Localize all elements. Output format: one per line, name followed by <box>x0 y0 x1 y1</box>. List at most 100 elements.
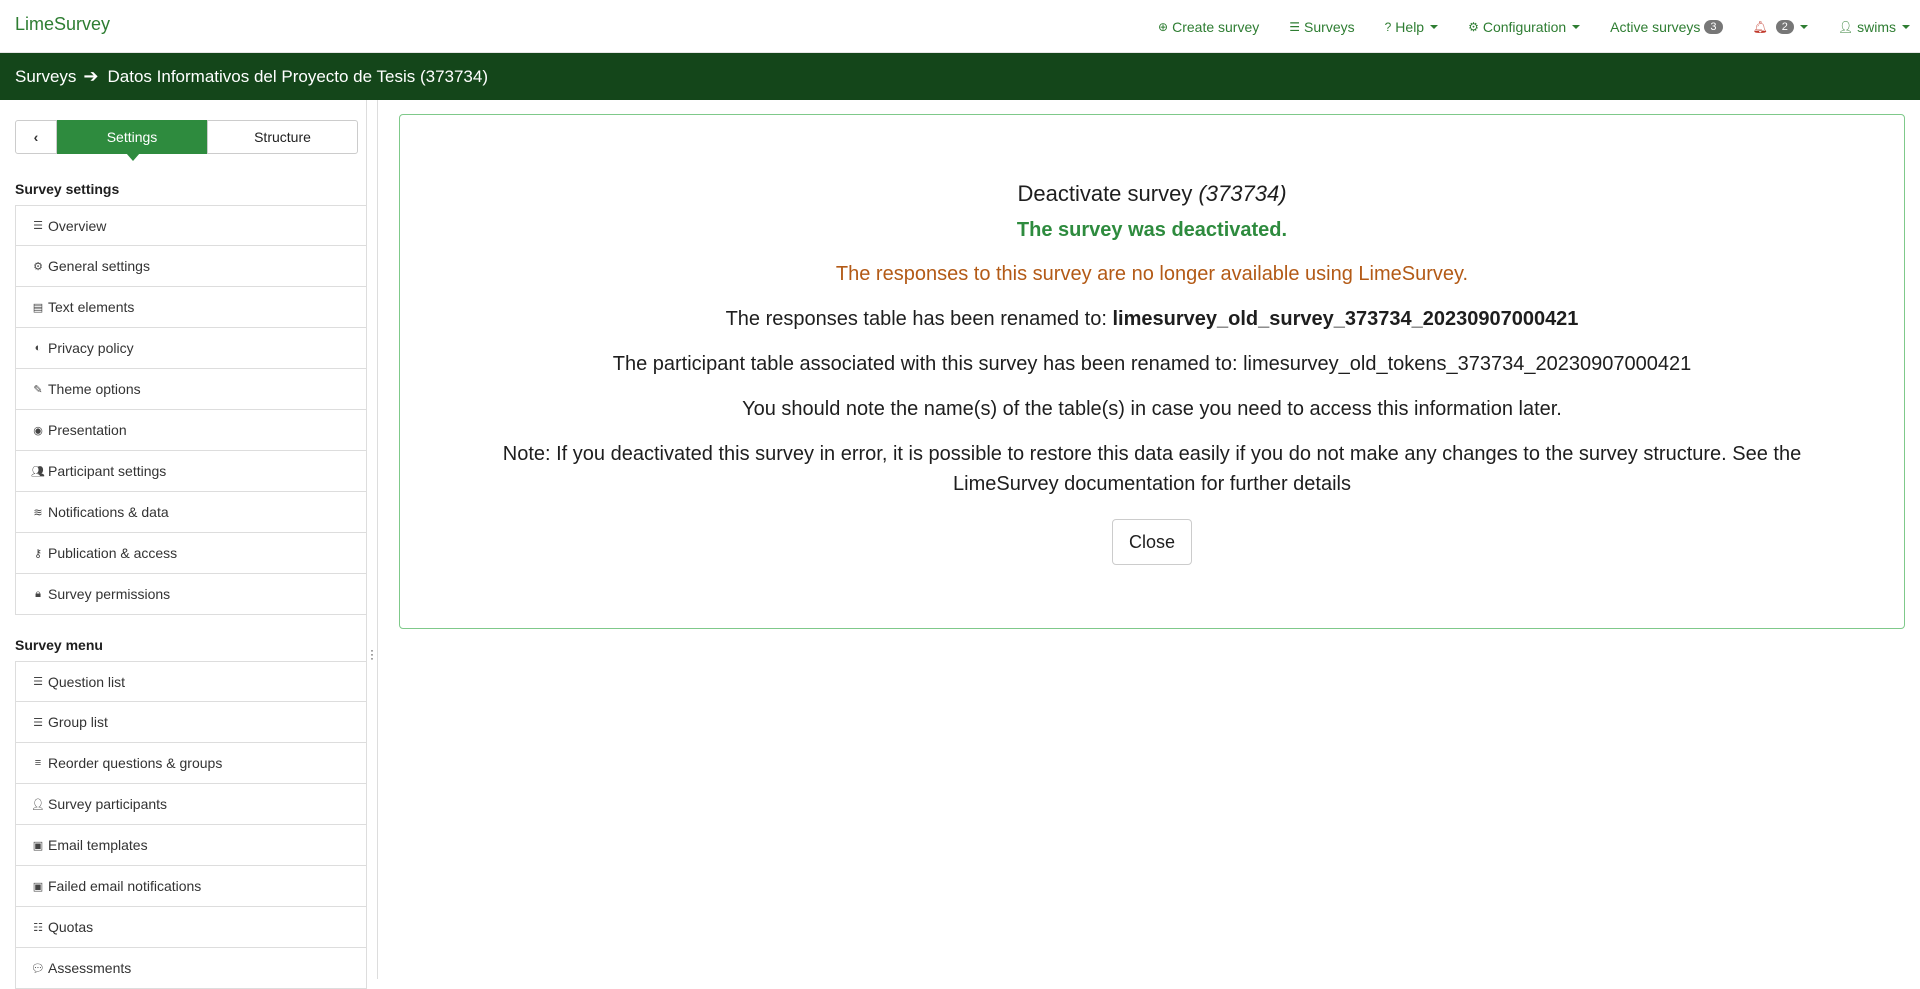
lock-icon: 🔒︎ <box>35 587 41 600</box>
sidebar: ‹ Settings Structure Survey settings ☰ Ov… <box>0 100 378 989</box>
sidebar-item-survey-permissions[interactable]: 🔒︎ Survey permissions <box>15 574 367 615</box>
envelope-icon: ▣ <box>32 880 44 893</box>
arrow-right-icon: ➔ <box>83 66 99 86</box>
restore-line-2: LimeSurvey documentation for further det… <box>953 473 1351 495</box>
warning-message: The responses to this survey are no long… <box>835 263 1469 285</box>
sidebar-item-label: Email templates <box>48 837 148 853</box>
sidebar-resize-handle[interactable]: · · · <box>366 100 378 979</box>
notifications-dropdown[interactable]: 🔔︎ 2 <box>1752 19 1808 34</box>
sidebar-item-label: Group list <box>48 714 108 730</box>
brand-logo[interactable]: LimeSurvey <box>15 14 110 35</box>
question-circle-icon: ? <box>1384 19 1392 34</box>
caret-down-icon <box>1902 24 1910 29</box>
sidebar-item-assessments[interactable]: 💬︎ Assessments <box>15 948 367 989</box>
file-text-icon: ▤ <box>32 301 44 314</box>
sidebar-item-theme-options[interactable]: ✎ Theme options <box>15 369 367 410</box>
users-icon: 👥︎ <box>31 465 45 478</box>
sidebar-item-label: Overview <box>48 217 107 234</box>
sidebar-item-survey-participants[interactable]: 👤︎ Survey participants <box>15 784 367 825</box>
rss-icon: ≋ <box>33 506 43 519</box>
help-dropdown[interactable]: ? Help <box>1384 19 1439 35</box>
user-dropdown[interactable]: 👤︎ swims <box>1838 19 1910 35</box>
sidebar-item-overview[interactable]: ☰ Overview <box>15 205 367 246</box>
sidebar-item-general-settings[interactable]: ⚙ General settings <box>15 246 367 287</box>
survey-menu-title: Survey menu <box>15 637 103 653</box>
top-navbar: LimeSurvey ⊕ Create survey ☰ Surveys ? H… <box>0 0 1920 53</box>
create-survey-label: Create survey <box>1172 18 1260 35</box>
sidebar-item-question-list[interactable]: ☰ Question list <box>15 661 367 702</box>
active-surveys-label: Active surveys <box>1610 18 1701 35</box>
surveys-link[interactable]: ☰ Surveys <box>1289 19 1354 35</box>
key-icon: ⚷ <box>33 547 43 560</box>
tasks-icon: ☷ <box>33 921 43 934</box>
sidebar-item-reorder[interactable]: ≡ Reorder questions & groups <box>15 743 367 784</box>
list-icon: ☰ <box>33 676 43 688</box>
user-label: swims <box>1857 18 1896 35</box>
create-survey-link[interactable]: ⊕ Create survey <box>1158 19 1259 35</box>
chevron-left-icon: ‹ <box>33 129 39 145</box>
bars-icon: ≡ <box>34 757 42 769</box>
configuration-label: Configuration <box>1482 18 1567 35</box>
sidebar-item-label: Reorder questions & groups <box>48 755 223 771</box>
breadcrumb-surveys[interactable]: Surveys <box>15 67 76 87</box>
deactivate-panel: Deactivate survey (373734) The survey wa… <box>399 114 1905 629</box>
sidebar-item-privacy-policy[interactable]: ◐ Privacy policy <box>15 328 367 369</box>
responses-table-line: The responses table has been renamed to:… <box>400 308 1904 331</box>
survey-menu: ☰ Question list ☰ Group list ≡ Reorder ques… <box>15 661 367 989</box>
eye-slash-icon: ◉ <box>33 424 43 437</box>
sidebar-item-presentation[interactable]: ◉ Presentation <box>15 410 367 451</box>
sidebar-item-label: Presentation <box>48 422 127 438</box>
drag-handle-icon: · · · <box>370 643 374 665</box>
sidebar-item-text-elements[interactable]: ▤ Text elements <box>15 287 367 328</box>
caret-down-icon <box>1572 24 1581 29</box>
sidebar-item-email-templates[interactable]: ▣ Email templates <box>15 825 367 866</box>
sidebar-item-label: Survey participants <box>48 796 168 812</box>
collapse-sidebar-button[interactable]: ‹ <box>15 120 57 154</box>
comment-icon: 💬︎ <box>31 962 45 975</box>
user-icon: 👤︎ <box>1837 19 1854 34</box>
sidebar-item-label: Assessments <box>48 960 132 976</box>
plus-circle-icon: ⊕ <box>1158 19 1169 34</box>
success-message: The survey was deactivated. <box>1016 219 1288 241</box>
active-surveys-badge: 3 <box>1704 19 1723 34</box>
sidebar-item-failed-email[interactable]: ▣ Failed email notifications <box>15 866 367 907</box>
surveys-label: Surveys <box>1304 18 1355 35</box>
active-surveys-link[interactable]: Active surveys 3 <box>1610 18 1723 35</box>
list-icon: ☰ <box>1289 19 1301 34</box>
sidebar-item-quotas[interactable]: ☷ Quotas <box>15 907 367 948</box>
page-title-text: Deactivate survey <box>1017 181 1193 206</box>
breadcrumb-current[interactable]: Datos Informativos del Proyecto de Tesis… <box>108 67 489 87</box>
list-icon: ☰ <box>33 716 43 729</box>
sidebar-item-label: General settings <box>48 258 150 274</box>
configuration-dropdown[interactable]: ⚙ Configuration <box>1468 18 1581 35</box>
notifications-badge: 2 <box>1775 19 1794 34</box>
sidebar-tabs: ‹ Settings Structure <box>15 120 358 161</box>
participant-table-line: The participant table associated with th… <box>612 353 1692 375</box>
navbar-right: ⊕ Create survey ☰ Surveys ? Help ⚙ Confi… <box>1128 0 1910 53</box>
gears-icon: ⚙ <box>33 260 43 273</box>
tab-structure[interactable]: Structure <box>207 120 358 154</box>
sidebar-item-label: Privacy policy <box>48 340 134 356</box>
sidebar-item-group-list[interactable]: ☰ Group list <box>15 702 367 743</box>
sidebar-item-notifications-data[interactable]: ≋ Notifications & data <box>15 492 367 533</box>
sidebar-item-publication-access[interactable]: ⚷ Publication & access <box>15 533 367 574</box>
tab-settings[interactable]: Settings <box>57 120 207 161</box>
note-line: You should note the name(s) of the table… <box>742 398 1562 420</box>
bell-icon: 🔔︎ <box>1752 19 1768 34</box>
responses-prefix: The responses table has been renamed to: <box>725 308 1113 330</box>
breadcrumb: Surveys ➔ Datos Informativos del Proyect… <box>0 53 1920 100</box>
gears-icon: ⚙ <box>1468 19 1479 34</box>
page-title: Deactivate survey (373734) <box>400 181 1904 207</box>
sidebar-item-label: Text elements <box>48 299 135 315</box>
sidebar-item-label: Theme options <box>48 381 141 397</box>
sidebar-item-label: Notifications & data <box>48 504 169 520</box>
sidebar-item-participant-settings[interactable]: 👥︎ Participant settings <box>15 451 367 492</box>
sidebar-item-label: Failed email notifications <box>48 878 202 894</box>
sidebar-item-label: Survey permissions <box>48 586 171 602</box>
responses-table-name: limesurvey_old_survey_373734_20230907000… <box>1112 308 1579 330</box>
survey-settings-title: Survey settings <box>15 181 120 197</box>
sidebar-item-label: Quotas <box>48 919 94 935</box>
close-button[interactable]: Close <box>1112 519 1192 565</box>
list-icon: ☰ <box>33 220 43 232</box>
caret-down-icon <box>1799 24 1808 29</box>
